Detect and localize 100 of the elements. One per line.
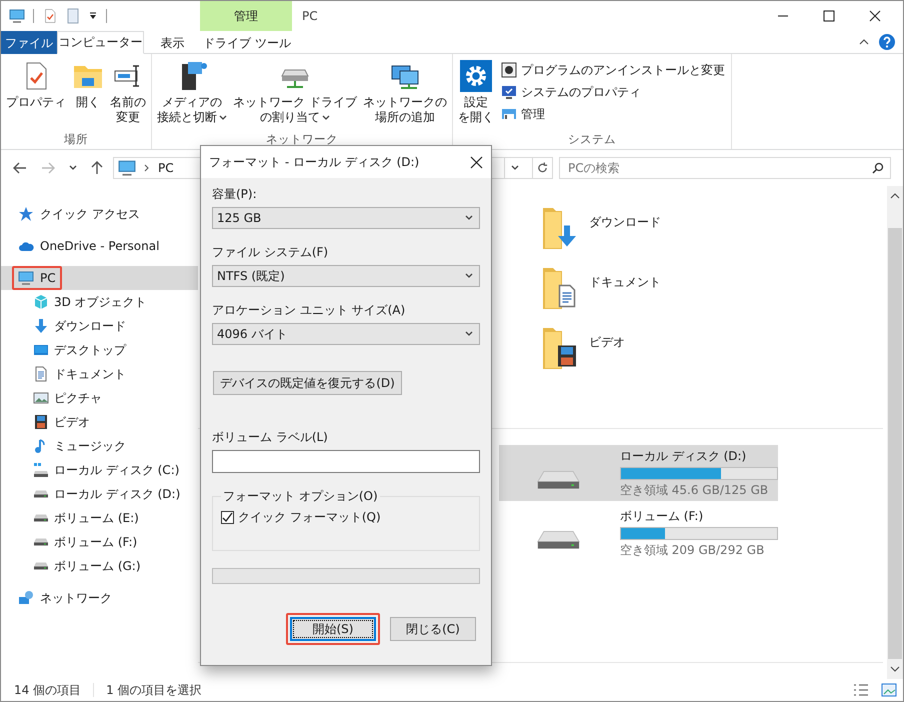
ribbon-command[interactable]: 設定 を開く xyxy=(456,58,496,132)
scroll-down-icon[interactable] xyxy=(890,665,900,673)
nav-item[interactable]: OneDrive - Personal xyxy=(1,234,198,258)
chevron-down-icon xyxy=(465,331,473,337)
nav-item[interactable]: ボリューム (G:) xyxy=(1,554,198,578)
selection-count: 1 個の項目を選択 xyxy=(106,682,202,698)
file-tab[interactable]: ファイル xyxy=(1,31,57,54)
ribbon-group-label: システム xyxy=(566,132,617,147)
folder-item[interactable]: ダウンロード xyxy=(543,208,887,252)
field-label: ボリューム ラベル(L) xyxy=(212,429,329,446)
free-space-text: 空き領域 209 GB/292 GB xyxy=(620,542,766,558)
chevron-down-icon xyxy=(465,215,473,221)
search-field[interactable]: PCの検索 xyxy=(559,157,891,179)
ribbon-tab[interactable]: 表示 xyxy=(144,31,201,54)
checkbox-option[interactable]: クイック フォーマット(Q) xyxy=(221,509,469,526)
monitor-icon xyxy=(9,8,25,24)
download-arrow-icon xyxy=(33,318,49,334)
folder-item[interactable]: ドキュメント xyxy=(543,268,887,312)
dropdown[interactable]: 4096 バイト xyxy=(212,323,480,345)
system-disk-icon xyxy=(33,462,49,478)
dropdown[interactable]: NTFS (既定) xyxy=(212,265,480,287)
ribbon-group-label: 場所 xyxy=(63,132,89,147)
dialog-button[interactable]: 閉じる(C) xyxy=(390,617,476,641)
up-arrow-icon[interactable] xyxy=(91,161,103,175)
film-icon xyxy=(555,344,579,368)
large-icons-view-icon[interactable] xyxy=(881,683,897,697)
folder-item[interactable]: ビデオ xyxy=(543,328,887,372)
checkmark-icon xyxy=(222,512,233,523)
picture-icon xyxy=(33,390,49,406)
star-icon xyxy=(18,206,34,222)
drive-item[interactable]: ボリューム (F:) 空き領域 209 GB/292 GB xyxy=(499,505,778,561)
ribbon-command[interactable]: 開く xyxy=(70,58,106,132)
nav-item[interactable]: ネットワーク xyxy=(1,586,198,610)
nav-item[interactable]: ボリューム (F:) xyxy=(1,530,198,554)
nav-item[interactable]: ミュージック xyxy=(1,434,198,458)
scroll-thumb[interactable] xyxy=(888,228,902,659)
document-check-icon xyxy=(42,8,58,24)
ribbon-command[interactable]: 名前の 変更 xyxy=(108,58,148,132)
dialog-button[interactable]: 開始(S) xyxy=(290,617,376,641)
field-label: 容量(P): xyxy=(212,186,258,203)
nav-item[interactable]: ボリューム (E:) xyxy=(1,506,198,530)
ribbon-command[interactable]: 管理 xyxy=(498,104,728,124)
ribbon-tab[interactable]: ドライブ ツール xyxy=(201,31,293,54)
monitor-check-icon xyxy=(500,84,517,100)
free-space-text: 空き領域 45.6 GB/125 GB xyxy=(620,482,770,498)
ribbon-command[interactable]: システムのプロパティ xyxy=(498,82,728,102)
search-icon xyxy=(872,162,884,174)
maximize-icon[interactable] xyxy=(823,10,835,22)
scrollbar[interactable] xyxy=(887,186,903,679)
address-dropdown-icon xyxy=(510,165,518,171)
dropdown[interactable]: 125 GB xyxy=(212,207,480,229)
close-icon[interactable] xyxy=(869,10,881,22)
nav-item[interactable]: ピクチャ xyxy=(1,386,198,410)
restore-defaults-button[interactable]: デバイスの既定値を復元する(D) xyxy=(213,371,402,395)
nav-item[interactable]: ドキュメント xyxy=(1,362,198,386)
back-arrow-icon[interactable] xyxy=(13,162,27,174)
close-icon[interactable] xyxy=(470,156,483,168)
disk-drive-icon xyxy=(33,538,49,546)
disk-drive-icon xyxy=(33,562,49,570)
disk-drive-icon xyxy=(33,514,49,522)
nav-item[interactable]: ビデオ xyxy=(1,410,198,434)
ribbon-command[interactable]: プロパティ xyxy=(4,58,68,132)
drive-name: ボリューム (F:) xyxy=(620,508,704,524)
drive-name: ローカル ディスク (D:) xyxy=(620,448,748,464)
nav-item[interactable]: 3D オブジェクト xyxy=(1,290,198,314)
ribbon-tab[interactable]: コンピューター xyxy=(57,31,144,54)
nav-item[interactable]: ローカル ディスク (C:) xyxy=(1,458,198,482)
nav-item[interactable]: ダウンロード xyxy=(1,314,198,338)
window-title: PC xyxy=(301,8,318,25)
item-count: 14 個の項目 xyxy=(14,682,82,698)
ribbon-command[interactable]: プログラムのアンインストールと変更 xyxy=(498,60,728,80)
dropdown-caret-icon xyxy=(322,114,330,120)
dropdown-icon[interactable] xyxy=(88,11,98,21)
desktop-icon xyxy=(33,342,49,358)
nav-item[interactable]: クイック アクセス xyxy=(1,202,198,226)
ribbon-group-label: ネットワーク xyxy=(264,132,339,147)
nav-item[interactable]: ローカル ディスク (D:) xyxy=(1,482,198,506)
nav-item[interactable]: PC xyxy=(1,266,198,290)
field-label: アロケーション ユニット サイズ(A) xyxy=(212,302,406,319)
nav-item[interactable]: デスクトップ xyxy=(1,338,198,362)
ribbon-command[interactable]: メディアの 接続と切断 xyxy=(155,58,229,132)
ribbon-command[interactable]: ネットワークの 場所の追加 xyxy=(360,58,449,132)
document-icon xyxy=(33,366,49,382)
dropdown-caret-icon xyxy=(219,114,227,120)
context-tab-header: 管理 xyxy=(200,1,292,31)
collapse-ribbon-icon[interactable] xyxy=(859,38,869,46)
help-icon[interactable] xyxy=(879,34,895,50)
details-view-icon[interactable] xyxy=(853,683,869,697)
folder-icon xyxy=(543,208,563,250)
chevron-right-icon xyxy=(144,164,150,172)
drive-item[interactable]: ローカル ディスク (D:) 空き領域 45.6 GB/125 GB xyxy=(499,445,778,501)
folder-icon xyxy=(543,268,563,310)
program-box-icon xyxy=(500,62,517,78)
network-globe-icon xyxy=(18,590,34,606)
recent-locations-caret-icon xyxy=(69,165,77,171)
ribbon-command[interactable]: ネットワーク ドライブ の割り当て xyxy=(231,58,359,132)
scroll-up-icon[interactable] xyxy=(890,192,900,200)
volume-label-field[interactable] xyxy=(212,450,480,473)
settings-icon xyxy=(460,60,492,92)
monitor-icon xyxy=(118,159,136,177)
